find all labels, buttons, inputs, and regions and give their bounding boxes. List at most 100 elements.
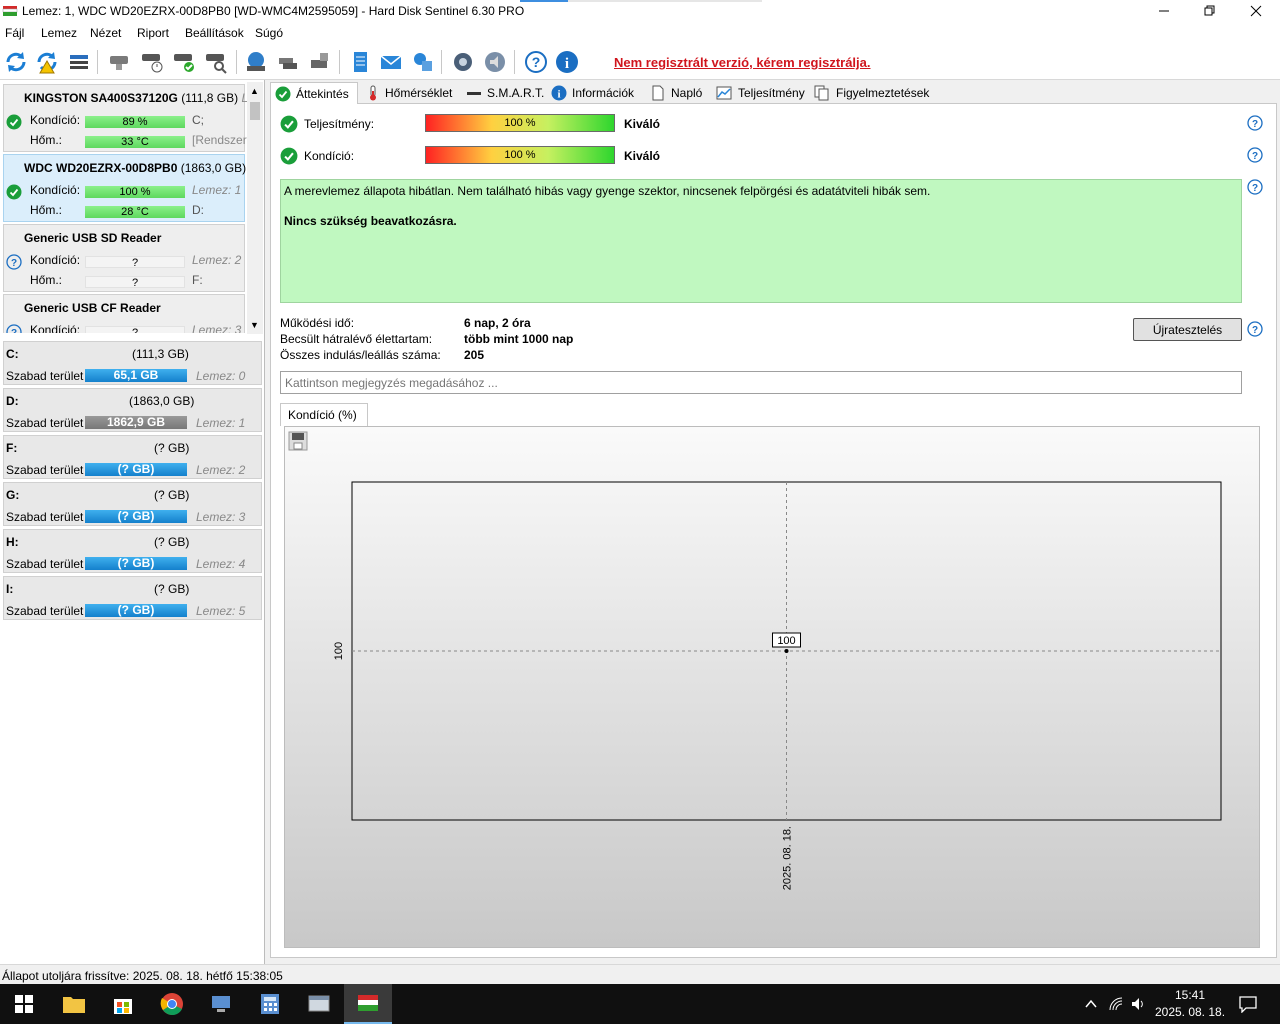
performance-ok-icon xyxy=(280,115,298,133)
taskbar-app[interactable] xyxy=(295,984,343,1024)
free-space-label: Szabad terület xyxy=(6,510,84,524)
volume-item-h[interactable]: H: (? GB) Szabad terület (? GB) Lemez: 4 xyxy=(3,529,262,573)
sound-button[interactable] xyxy=(482,49,508,75)
toolbar-separator xyxy=(339,50,340,74)
volume-item-c[interactable]: C: (111,3 GB) Szabad terület 65,1 GB Lem… xyxy=(3,341,262,385)
tab-alerts[interactable]: Figyelmeztetések xyxy=(810,82,929,104)
start-button[interactable] xyxy=(0,984,48,1024)
disk-item-wdc[interactable]: WDC WD20EZRX-00D8PB0 (1863,0 GB) Kondíci… xyxy=(3,154,246,222)
condition-label: Kondíció: xyxy=(304,149,355,163)
condition-bar: 100 % xyxy=(85,186,185,198)
disk-name: KINGSTON SA400S37120G xyxy=(24,91,178,105)
disk-list-scrollbar[interactable]: ▲ ▼ xyxy=(247,82,263,334)
volume-item-g[interactable]: G: (? GB) Szabad terület (? GB) Lemez: 3 xyxy=(3,482,262,526)
disk-number: Lemez: 3 xyxy=(192,323,242,333)
disk-list-button[interactable] xyxy=(66,49,92,75)
network-icon[interactable] xyxy=(1108,996,1124,1012)
volume-item-i[interactable]: I: (? GB) Szabad terület (? GB) Lemez: 5 xyxy=(3,576,262,620)
tab-overview[interactable]: Áttekintés xyxy=(270,82,358,104)
close-button[interactable] xyxy=(1233,0,1279,22)
report-button[interactable] xyxy=(347,49,373,75)
volume-item-f[interactable]: F: (? GB) Szabad terület (? GB) Lemez: 2 xyxy=(3,435,262,479)
info-icon: i xyxy=(556,51,578,73)
help-icon[interactable]: ? xyxy=(1247,115,1263,131)
refresh-warning-button[interactable] xyxy=(34,49,60,75)
taskbar-network-app[interactable] xyxy=(197,984,245,1024)
tab-label: S.M.A.R.T. xyxy=(487,86,545,100)
disk-name: WDC WD20EZRX-00D8PB0 xyxy=(24,161,178,175)
menu-file[interactable]: Fájl xyxy=(5,26,24,40)
scroll-thumb[interactable] xyxy=(250,102,260,120)
menu-help[interactable]: Súgó xyxy=(255,26,283,40)
volume-disk: Lemez: 2 xyxy=(196,463,246,477)
about-button[interactable]: i xyxy=(554,49,580,75)
tab-temperature[interactable]: Hőmérséklet xyxy=(362,82,452,104)
disk-clone-button[interactable] xyxy=(275,49,301,75)
menu-report[interactable]: Riport xyxy=(137,26,169,40)
clock-time[interactable]: 15:41 xyxy=(1158,988,1222,1002)
free-space-bar: (? GB) xyxy=(85,510,187,523)
status-ok-icon xyxy=(6,114,22,130)
condition-bar: 100 % xyxy=(425,146,615,164)
disk-backup-button[interactable] xyxy=(307,49,333,75)
chevron-up-icon[interactable] xyxy=(1083,996,1099,1012)
tab-smart[interactable]: S.M.A.R.T. xyxy=(462,82,544,104)
restore-button[interactable] xyxy=(1187,0,1233,22)
thermometer-icon xyxy=(370,85,376,101)
health-action-text: Nincs szükség beavatkozásra. xyxy=(284,214,457,228)
tab-performance[interactable]: Teljesítmény xyxy=(712,82,805,104)
uptime-label: Működési idő: xyxy=(280,316,355,330)
volume-icon[interactable] xyxy=(1130,996,1146,1012)
notification-icon[interactable] xyxy=(1238,995,1258,1013)
disk-schedule-button[interactable] xyxy=(139,49,165,75)
tab-condition-chart[interactable]: Kondíció (%) xyxy=(280,403,368,426)
help-icon[interactable]: ? xyxy=(1247,179,1263,195)
temp-label: Hőm.: xyxy=(30,133,63,147)
menu-settings[interactable]: Beállítások xyxy=(185,26,244,40)
disk-search-button[interactable] xyxy=(203,49,229,75)
help-button[interactable]: ? xyxy=(523,49,549,75)
speaker-icon xyxy=(485,52,505,72)
volume-size: (111,3 GB) xyxy=(132,347,189,361)
volume-disk: Lemez: 5 xyxy=(196,604,246,618)
scroll-up-icon[interactable]: ▲ xyxy=(250,86,259,96)
free-space-bar: 1862,9 GB xyxy=(85,416,187,429)
disk-item-cf-reader[interactable]: Generic USB CF Reader ? Kondíció: ? Leme… xyxy=(3,294,245,333)
disk-ok-button[interactable] xyxy=(171,49,197,75)
note-input[interactable] xyxy=(280,371,1242,394)
volume-disk: Lemez: 0 xyxy=(196,369,246,383)
retest-button[interactable]: Újratesztelés xyxy=(1133,318,1242,341)
scroll-down-icon[interactable]: ▼ xyxy=(250,320,259,330)
help-icon[interactable]: ? xyxy=(1247,147,1263,163)
menu-disk[interactable]: Lemez xyxy=(41,26,77,40)
refresh-button[interactable] xyxy=(3,49,29,75)
data-label: 100 xyxy=(777,635,795,647)
preferences-button[interactable] xyxy=(450,49,476,75)
disk-item-sd-reader[interactable]: Generic USB SD Reader ? Kondíció: ? Leme… xyxy=(3,224,245,292)
info-icon: i xyxy=(551,85,567,101)
condition-label: Kondíció: xyxy=(30,183,81,197)
disk-surface-button[interactable] xyxy=(106,49,132,75)
health-status-box: A merevlemez állapota hibátlan. Nem talá… xyxy=(280,179,1242,303)
help-icon[interactable]: ? xyxy=(1247,321,1263,337)
taskbar-hard-disk-sentinel[interactable] xyxy=(344,984,392,1024)
minimize-button[interactable] xyxy=(1141,0,1187,22)
unregistered-link[interactable]: Nem regisztrált verzió, kérem regisztrál… xyxy=(614,55,871,70)
clock-date[interactable]: 2025. 08. 18. xyxy=(1153,1005,1227,1019)
disk-item-kingston[interactable]: KINGSTON SA400S37120G (111,8 GB) L Kondí… xyxy=(3,84,248,152)
tab-information[interactable]: i Információk xyxy=(547,82,634,104)
network-disk-button[interactable] xyxy=(243,49,269,75)
email-report-button[interactable] xyxy=(378,49,404,75)
taskbar-store[interactable] xyxy=(99,984,147,1024)
tab-log[interactable]: Napló xyxy=(647,82,702,104)
menu-view[interactable]: Nézet xyxy=(90,26,121,40)
taskbar-chrome[interactable] xyxy=(148,984,196,1024)
app-icon xyxy=(2,6,18,16)
disk-system-label: [Rendszer xyxy=(192,133,247,147)
web-report-button[interactable] xyxy=(410,49,436,75)
taskbar-file-explorer[interactable] xyxy=(50,984,98,1024)
taskbar-calculator[interactable] xyxy=(246,984,294,1024)
disk-list-icon xyxy=(70,55,88,69)
volume-item-d[interactable]: D: (1863,0 GB) Szabad terület 1862,9 GB … xyxy=(3,388,262,432)
temp-bar: 33 °C xyxy=(85,136,185,148)
